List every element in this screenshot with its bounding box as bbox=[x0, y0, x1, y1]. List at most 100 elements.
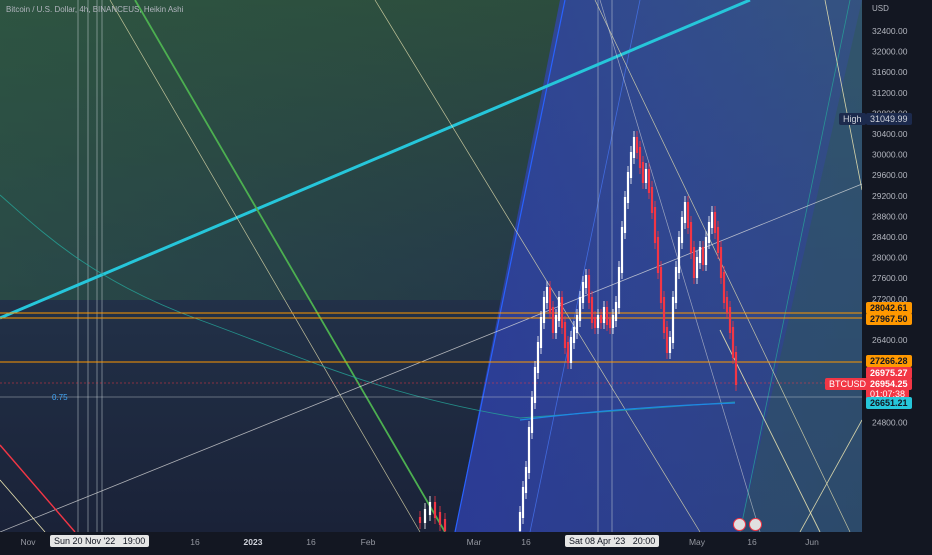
candle-body bbox=[725, 297, 729, 313]
candle-body bbox=[578, 297, 582, 321]
candle-body bbox=[590, 297, 594, 323]
candle-body bbox=[629, 152, 633, 178]
candle-body bbox=[716, 227, 720, 253]
candle-body bbox=[719, 247, 723, 278]
level-tag-27967: 27967.50 bbox=[866, 313, 912, 325]
candle-body bbox=[563, 322, 567, 348]
candle-body bbox=[433, 502, 437, 518]
y-tick-label: 31200.00 bbox=[872, 88, 908, 98]
candle-body bbox=[659, 267, 663, 303]
candle-body bbox=[713, 212, 717, 233]
candle-body bbox=[551, 307, 555, 333]
candle-body bbox=[527, 427, 531, 473]
candle-body bbox=[698, 247, 702, 263]
crosshair-time-right-text: 20:00 bbox=[632, 536, 656, 546]
candle-body bbox=[602, 307, 606, 323]
candle-body bbox=[722, 272, 726, 303]
x-tick-label: 16 bbox=[521, 537, 531, 547]
candle-body bbox=[635, 137, 639, 153]
candle-body bbox=[611, 315, 615, 328]
us-flag-icon[interactable] bbox=[733, 518, 746, 531]
us-flag-icon[interactable] bbox=[749, 518, 762, 531]
y-tick-label: 24800.00 bbox=[872, 417, 908, 427]
candle-body bbox=[674, 267, 678, 303]
candle-body bbox=[584, 275, 588, 288]
y-tick-label: 27600.00 bbox=[872, 273, 908, 283]
candle-body bbox=[521, 487, 525, 518]
x-tick-label: Feb bbox=[361, 537, 376, 547]
y-tick-label: 28000.00 bbox=[872, 253, 908, 263]
crosshair-date-right: Sat 08 Apr '23 20:00 bbox=[565, 535, 660, 547]
candle-body bbox=[707, 222, 711, 243]
candle-body bbox=[731, 327, 735, 358]
chart-canvas[interactable]: 0.75 USD 32400.00 32000.00 31600.00 31200.0… bbox=[0, 0, 932, 550]
y-tick-label: 28400.00 bbox=[872, 232, 908, 242]
x-tick-label: 16 bbox=[306, 537, 316, 547]
candle-body bbox=[623, 197, 627, 233]
symbol-header: Bitcoin / U.S. Dollar, 4h, BINANCEUS, He… bbox=[6, 5, 184, 14]
candle-body bbox=[557, 297, 561, 321]
symbol-tag: BTCUSD bbox=[825, 378, 871, 390]
fib-level-label: 0.75 bbox=[52, 393, 68, 402]
candle-body bbox=[443, 519, 447, 531]
candle-body bbox=[605, 307, 609, 325]
x-tick-label: May bbox=[689, 537, 706, 547]
candle-body bbox=[641, 162, 645, 183]
candle-body bbox=[704, 237, 708, 265]
candle-body bbox=[542, 297, 546, 323]
candle-body bbox=[614, 302, 618, 321]
y-tick-label: 32400.00 bbox=[872, 26, 908, 36]
candle-body bbox=[533, 367, 537, 403]
candle-body bbox=[599, 315, 603, 323]
candle-body bbox=[662, 297, 666, 333]
candle-body bbox=[617, 267, 621, 308]
candle-body bbox=[692, 247, 696, 278]
level-tag-27266: 27266.28 bbox=[866, 355, 912, 367]
candle-body bbox=[695, 257, 699, 278]
candle-body bbox=[680, 217, 684, 243]
x-tick-label: 16 bbox=[190, 537, 200, 547]
crosshair-date-left: Sun 20 Nov '22 19:00 bbox=[50, 535, 150, 547]
candle-body bbox=[438, 512, 442, 525]
candle-body bbox=[572, 327, 576, 343]
y-tick-label: 30000.00 bbox=[872, 150, 908, 160]
y-tick-label: 31600.00 bbox=[872, 67, 908, 77]
candle-body bbox=[653, 207, 657, 243]
y-tick-label: 32000.00 bbox=[872, 47, 908, 57]
candle-body bbox=[560, 297, 564, 328]
high-label-tag: High bbox=[839, 113, 866, 125]
candle-body bbox=[545, 287, 549, 303]
y-tick-label: 28800.00 bbox=[872, 211, 908, 221]
candle-body bbox=[566, 342, 570, 363]
candle-body bbox=[596, 315, 600, 328]
x-tick-label: 2023 bbox=[244, 537, 263, 547]
candle-body bbox=[518, 512, 522, 531]
candle-body bbox=[668, 337, 672, 353]
crosshair-date-right-text: Sat 08 Apr '23 bbox=[569, 536, 626, 546]
candle-body bbox=[587, 275, 591, 303]
axis-currency: USD bbox=[872, 4, 889, 13]
candle-body bbox=[632, 137, 636, 158]
y-tick-label: 29200.00 bbox=[872, 191, 908, 201]
candle-body bbox=[650, 187, 654, 213]
candle-body bbox=[683, 202, 687, 223]
candle-body bbox=[554, 315, 558, 333]
price-axis[interactable] bbox=[862, 0, 932, 532]
candle-body bbox=[638, 147, 642, 168]
y-tick-label: 26400.00 bbox=[872, 335, 908, 345]
candle-body bbox=[548, 287, 552, 313]
y-tick-label: 29600.00 bbox=[872, 170, 908, 180]
candle-body bbox=[593, 317, 597, 328]
candle-body bbox=[665, 327, 669, 353]
candle-body bbox=[671, 297, 675, 343]
candle-body bbox=[626, 172, 630, 203]
chart-root[interactable]: 0.75 USD 32400.00 32000.00 31600.00 31200.0… bbox=[0, 0, 932, 550]
green-zone bbox=[0, 0, 560, 300]
x-tick-label: Jun bbox=[805, 537, 819, 547]
candle-body bbox=[644, 169, 648, 183]
crosshair-time-left-text: 19:00 bbox=[122, 536, 146, 546]
crosshair-date-left-text: Sun 20 Nov '22 bbox=[54, 536, 116, 546]
candle-body bbox=[710, 212, 714, 228]
x-tick-label: Mar bbox=[467, 537, 482, 547]
candle-body bbox=[677, 237, 681, 273]
